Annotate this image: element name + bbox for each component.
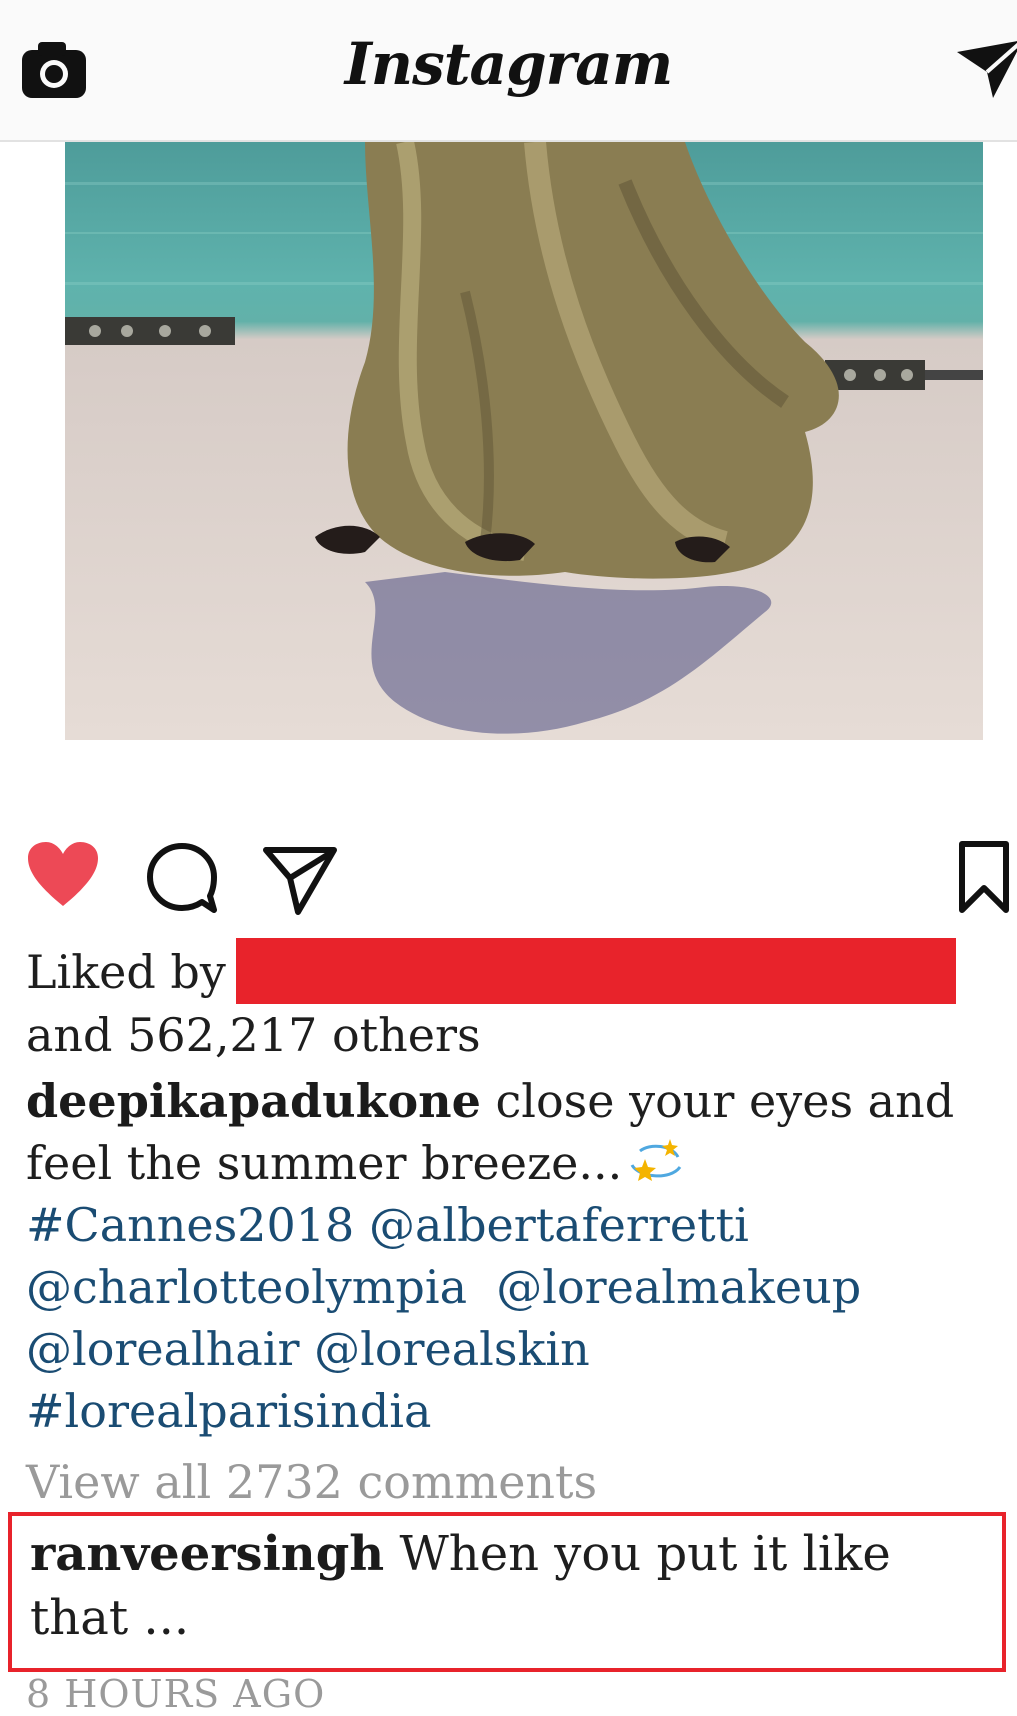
likes-count[interactable]: and 562,217 others [26, 1008, 481, 1062]
author-username[interactable]: deepikapadukone [26, 1074, 481, 1128]
bookmark-icon[interactable] [958, 840, 1010, 914]
mention-lorealhair[interactable]: @lorealhair [26, 1322, 300, 1376]
app-logo: Instagram [344, 30, 673, 98]
mention-lorealskin[interactable]: @lorealskin [314, 1322, 590, 1376]
post-timestamp: 8 HOURS AGO [26, 1672, 326, 1716]
mention-lorealmakeup[interactable]: @lorealmakeup [496, 1260, 861, 1314]
redaction-box [235, 938, 956, 1004]
comment-icon[interactable] [146, 842, 218, 914]
share-icon[interactable] [262, 842, 338, 918]
post-caption: deepikapadukone close your eyes and feel… [26, 1070, 1001, 1442]
hashtag-cannes2018[interactable]: #Cannes2018 [26, 1198, 354, 1252]
view-all-comments-link[interactable]: View all 2732 comments [26, 1455, 597, 1509]
sparkle-emoji-icon [630, 1139, 682, 1181]
highlighted-comment: ranveersingh When you put it like that .… [8, 1512, 1006, 1672]
paper-plane-icon[interactable] [955, 36, 1017, 106]
post-image[interactable] [65, 142, 983, 740]
mention-charlotteolympia[interactable]: @charlotteolympia [26, 1260, 467, 1314]
hashtag-lorealparisindia[interactable]: #lorealparisindia [26, 1384, 431, 1438]
heart-icon[interactable] [26, 840, 100, 908]
liked-by-label: Liked by [26, 945, 226, 999]
mention-albertaferretti[interactable]: @albertaferretti [369, 1198, 749, 1252]
comment-item: ranveersingh When you put it like that .… [30, 1522, 990, 1650]
post-actions [0, 830, 1017, 920]
likes-summary[interactable]: Liked by and 562,217 others [26, 938, 1001, 1066]
top-bar: Instagram [0, 0, 1017, 142]
comment-username[interactable]: ranveersingh [30, 1526, 384, 1582]
